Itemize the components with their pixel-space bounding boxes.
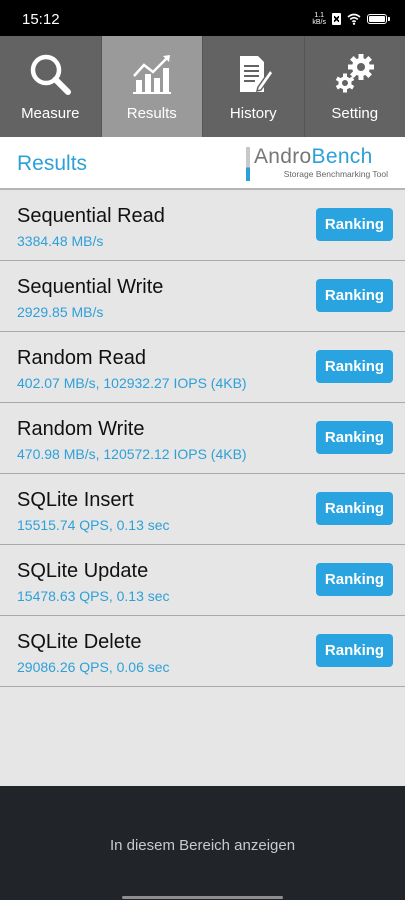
result-title: Sequential Read	[17, 205, 165, 227]
tab-label: History	[229, 105, 277, 122]
magnifier-icon	[31, 54, 72, 95]
logo-tagline: Storage Benchmarking Tool	[283, 169, 388, 179]
result-row-sequential-write: Sequential Write 2929.85 MB/s Ranking	[0, 261, 405, 332]
result-value: 3384.48 MB/s	[17, 233, 104, 249]
results-list: Sequential Read 3384.48 MB/s Ranking Seq…	[0, 190, 405, 786]
result-title: SQLite Insert	[17, 489, 134, 511]
result-value: 15515.74 QPS, 0.13 sec	[17, 517, 170, 533]
network-speed-unit: kB/s	[312, 19, 326, 26]
no-sim-icon	[332, 13, 341, 25]
ranking-button[interactable]: Ranking	[316, 634, 393, 667]
result-title: SQLite Delete	[17, 631, 142, 653]
bar-chart-trend-icon	[132, 55, 171, 94]
result-row-sqlite-update: SQLite Update 15478.63 QPS, 0.13 sec Ran…	[0, 545, 405, 616]
ranking-button[interactable]: Ranking	[316, 208, 393, 241]
result-row-sequential-read: Sequential Read 3384.48 MB/s Ranking	[0, 190, 405, 261]
result-value: 29086.26 QPS, 0.06 sec	[17, 659, 170, 675]
tab-setting[interactable]: Setting	[305, 36, 405, 137]
tab-history[interactable]: History	[203, 36, 305, 137]
logo-name: AndroBench	[254, 145, 373, 169]
document-pencil-icon	[240, 56, 275, 93]
logo-bar	[246, 147, 250, 181]
result-value: 15478.63 QPS, 0.13 sec	[17, 588, 170, 604]
androbench-logo: AndroBench Storage Benchmarking Tool	[246, 145, 388, 181]
ranking-button[interactable]: Ranking	[316, 492, 393, 525]
tab-measure[interactable]: Measure	[0, 36, 102, 137]
result-row-sqlite-insert: SQLite Insert 15515.74 QPS, 0.13 sec Ran…	[0, 474, 405, 545]
home-indicator[interactable]	[122, 896, 283, 899]
ad-banner-text: In diesem Bereich anzeigen	[109, 837, 296, 854]
battery-icon	[367, 14, 390, 24]
result-title: Random Write	[17, 418, 145, 440]
logo-bench: Bench	[311, 145, 373, 168]
tab-bar: Measure Results History Setting	[0, 36, 405, 137]
result-row-random-read: Random Read 402.07 MB/s, 102932.27 IOPS …	[0, 332, 405, 403]
network-speed: 1.1 kB/s	[312, 12, 326, 26]
tab-results[interactable]: Results	[101, 36, 203, 137]
network-speed-value: 1.1	[314, 12, 325, 19]
status-bar: 15:12 1.1 kB/s	[0, 0, 405, 36]
ranking-button[interactable]: Ranking	[316, 279, 393, 312]
ranking-button[interactable]: Ranking	[316, 563, 393, 596]
logo-andro: Andro	[254, 145, 312, 168]
ad-banner-area[interactable]: In diesem Bereich anzeigen	[0, 786, 405, 900]
gears-icon	[335, 54, 374, 93]
result-title: Sequential Write	[17, 276, 164, 298]
result-title: SQLite Update	[17, 560, 149, 582]
result-value: 402.07 MB/s, 102932.27 IOPS (4KB)	[17, 375, 247, 391]
status-time: 15:12	[22, 11, 60, 28]
tab-label: Setting	[331, 105, 379, 122]
results-header: Results AndroBench Storage Benchmarking …	[0, 137, 405, 190]
wifi-icon	[347, 13, 361, 25]
result-row-sqlite-delete: SQLite Delete 29086.26 QPS, 0.06 sec Ran…	[0, 616, 405, 687]
result-value: 470.98 MB/s, 120572.12 IOPS (4KB)	[17, 446, 247, 462]
ranking-button[interactable]: Ranking	[316, 421, 393, 454]
result-row-random-write: Random Write 470.98 MB/s, 120572.12 IOPS…	[0, 403, 405, 474]
page-title: Results	[17, 152, 88, 175]
tab-label: Results	[126, 105, 177, 122]
result-title: Random Read	[17, 347, 146, 369]
tab-label: Measure	[21, 105, 80, 122]
result-value: 2929.85 MB/s	[17, 304, 104, 320]
status-icons: 1.1 kB/s	[312, 11, 390, 27]
ranking-button[interactable]: Ranking	[316, 350, 393, 383]
